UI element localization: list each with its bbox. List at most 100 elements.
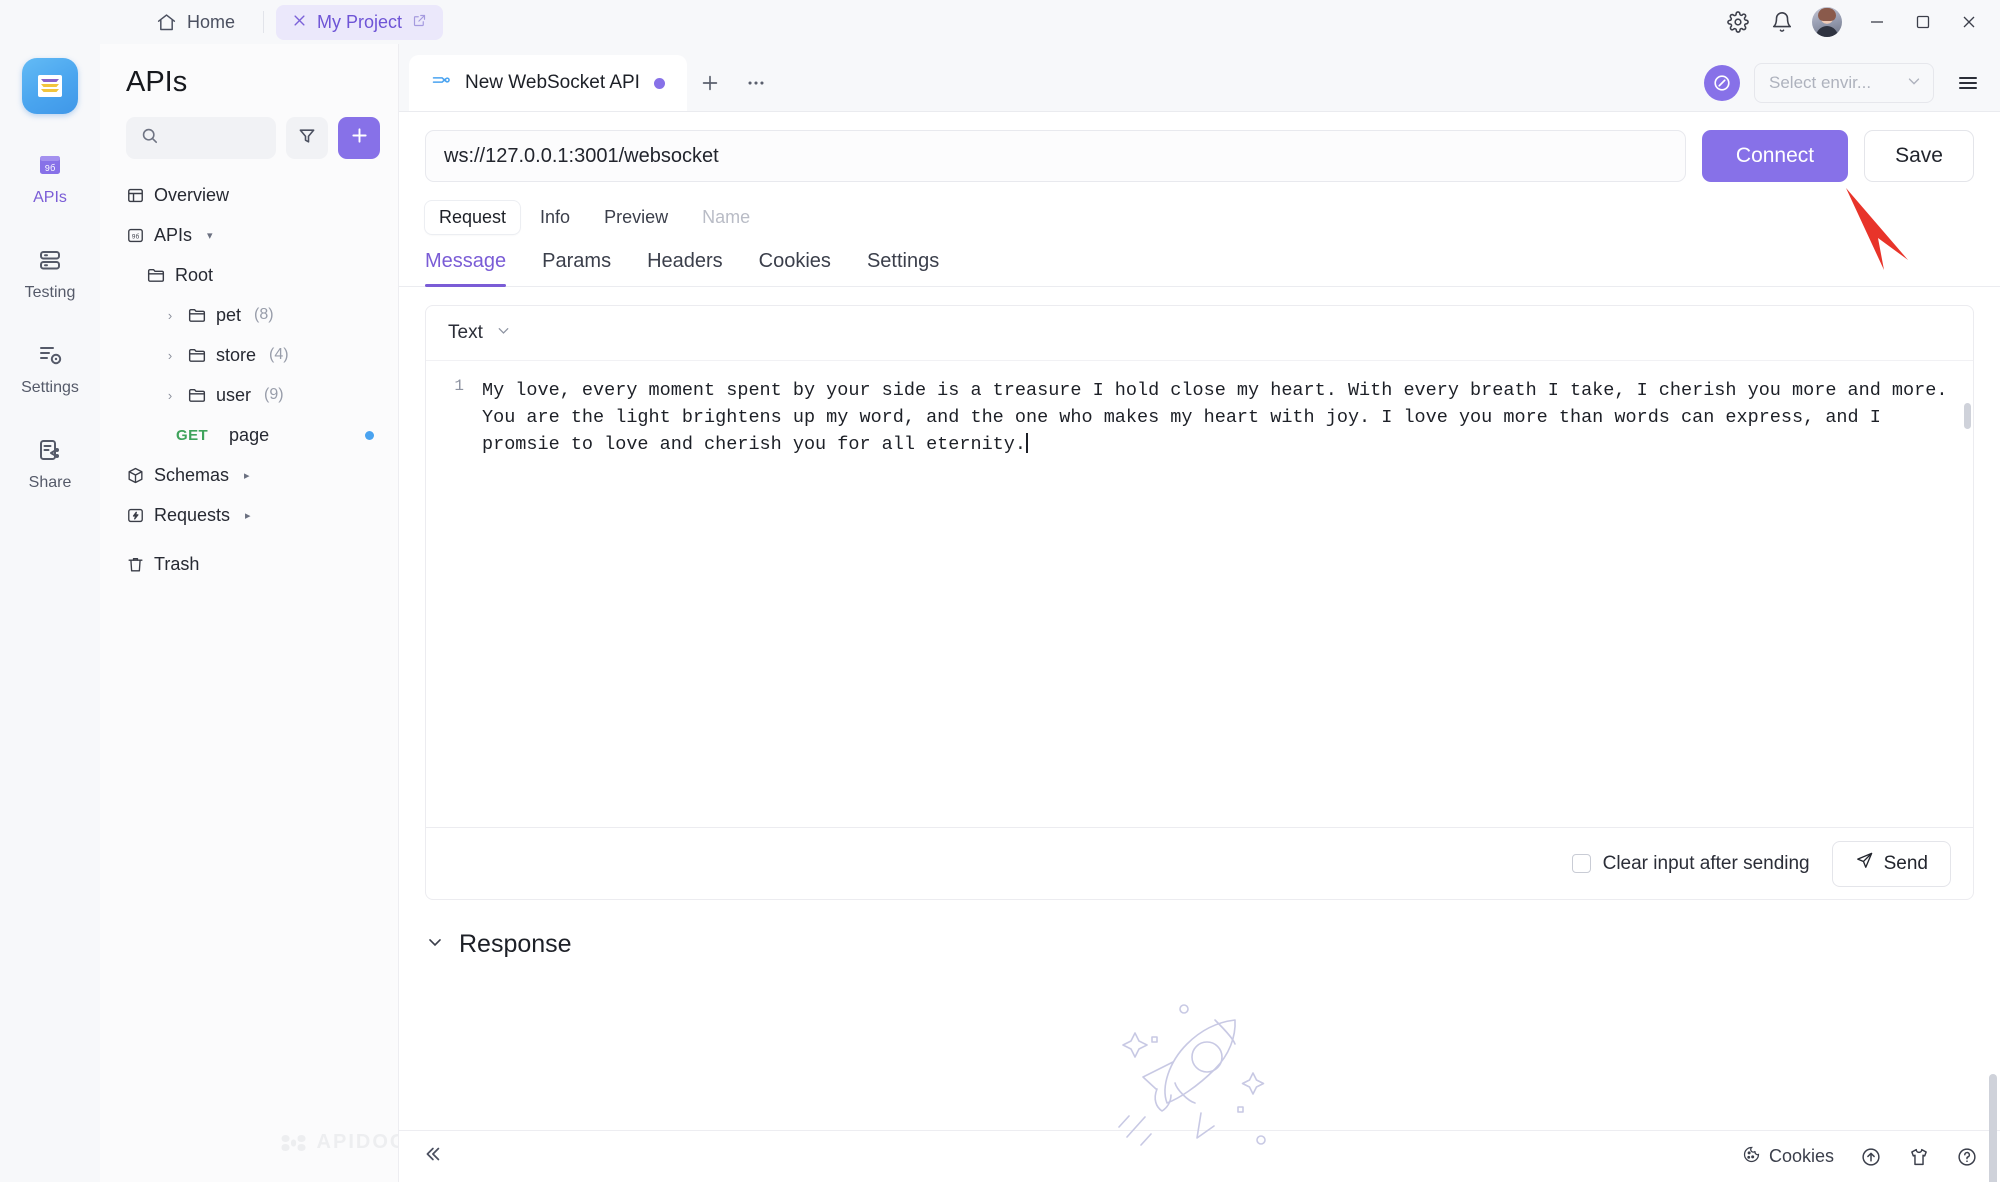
close-icon[interactable]	[292, 13, 307, 31]
cookies-button[interactable]: Cookies	[1742, 1145, 1834, 1169]
trash-icon	[126, 555, 145, 574]
tree-item-requests[interactable]: Requests ▸	[118, 495, 388, 535]
hamburger-icon[interactable]	[1948, 63, 1988, 103]
tree-item-page[interactable]: GET page	[118, 415, 388, 455]
clear-input-checkbox-row[interactable]: Clear input after sending	[1571, 853, 1810, 875]
clear-input-checkbox[interactable]	[1571, 854, 1591, 873]
chevron-right-icon[interactable]: ›	[162, 308, 178, 323]
request-sub-tabs: Message Params Headers Cookies Settings	[399, 238, 2000, 287]
apidog-watermark: APIDOG	[281, 1131, 408, 1154]
close-icon[interactable]	[1946, 0, 1992, 44]
tree-item-trash[interactable]: Trash	[118, 544, 388, 584]
tab-headers[interactable]: Headers	[647, 250, 723, 286]
tab-settings[interactable]: Settings	[867, 250, 939, 286]
search-icon	[140, 126, 159, 150]
new-tab-button[interactable]	[687, 55, 733, 111]
sidebar-item-share[interactable]: Share	[0, 433, 100, 492]
chevron-right-icon[interactable]: ▸	[244, 469, 250, 482]
tree-item-apis[interactable]: 9б APIs ▾	[118, 215, 388, 255]
tree-item-user[interactable]: › user (9)	[118, 375, 388, 415]
chevron-down-icon[interactable]: ▾	[207, 229, 213, 242]
minimize-icon[interactable]	[1854, 0, 1900, 44]
tree-item-label: store	[216, 344, 257, 365]
unsaved-indicator-dot	[653, 77, 665, 89]
page-scrollbar[interactable]	[1989, 1074, 1997, 1182]
help-circle-icon[interactable]	[1956, 1146, 1978, 1168]
home-tab-label: Home	[187, 11, 236, 32]
add-button[interactable]	[338, 117, 380, 159]
collapse-panel-button[interactable]	[421, 1143, 443, 1171]
text-caret	[1026, 433, 1028, 453]
tree-item-schemas[interactable]: Schemas ▸	[118, 455, 388, 495]
search-box[interactable]	[126, 117, 276, 159]
tree-item-label: Trash	[154, 553, 200, 574]
editor-scrollbar[interactable]	[1964, 403, 1971, 429]
tree-item-label: pet	[216, 304, 242, 325]
tab-cookies[interactable]: Cookies	[759, 250, 831, 286]
document-tab-websocket[interactable]: New WebSocket API	[409, 55, 687, 111]
environment-bar: Select envir...	[1704, 55, 2000, 111]
url-input-wrap[interactable]	[425, 130, 1686, 182]
external-link-icon[interactable]	[412, 12, 427, 33]
tab-preview[interactable]: Preview	[590, 201, 682, 234]
tree-item-pet[interactable]: › pet (8)	[118, 295, 388, 335]
filter-button[interactable]	[286, 117, 328, 159]
chevron-down-icon[interactable]	[425, 932, 445, 957]
chevron-right-icon[interactable]: ›	[162, 348, 178, 363]
tab-message[interactable]: Message	[425, 250, 507, 287]
chevron-right-icon[interactable]: ▸	[245, 509, 251, 522]
tab-request[interactable]: Request	[425, 200, 521, 234]
message-format-value: Text	[448, 322, 483, 343]
upload-circle-icon[interactable]	[1860, 1146, 1882, 1168]
bottom-bar-actions: Cookies	[1742, 1145, 1978, 1169]
sidebar-item-testing[interactable]: Testing	[0, 243, 100, 302]
message-body-text[interactable]: My love, every moment spent by your side…	[474, 361, 1973, 827]
runner-icon[interactable]	[1704, 65, 1740, 101]
message-body-value: My love, every moment spent by your side…	[482, 380, 1959, 455]
apidog-logo[interactable]	[22, 58, 78, 114]
send-icon	[1855, 851, 1874, 876]
document-tab-bar: New WebSocket API Select envir...	[399, 44, 2000, 112]
sidebar-item-apis[interactable]: 9б APIs	[0, 148, 100, 207]
tree-item-store[interactable]: › store (4)	[118, 335, 388, 375]
apis-sidebar: APIs Overview 9б APIs ▾ Root › pet (8) ›…	[100, 44, 405, 1182]
sidebar-item-settings[interactable]: Settings	[0, 338, 100, 397]
tree-item-count: (9)	[264, 386, 284, 403]
message-editor-area[interactable]: 1 My love, every moment spent by your si…	[426, 360, 1973, 827]
tab-params[interactable]: Params	[542, 250, 611, 286]
name-field[interactable]: Name	[688, 201, 764, 234]
project-tab[interactable]: My Project	[276, 4, 444, 40]
tree-item-label: Overview	[154, 184, 230, 205]
more-horizontal-icon[interactable]	[733, 55, 779, 111]
tab-divider	[263, 11, 265, 33]
environment-select[interactable]: Select envir...	[1754, 63, 1934, 103]
chevron-right-icon[interactable]: ›	[162, 388, 178, 403]
folder-icon	[146, 265, 166, 285]
response-header[interactable]: Response	[399, 900, 2000, 959]
tree-item-overview[interactable]: Overview	[118, 175, 388, 215]
search-input[interactable]	[168, 129, 276, 147]
plus-icon	[349, 125, 370, 151]
url-input[interactable]	[444, 144, 1685, 168]
tree-item-count: (8)	[254, 306, 274, 323]
document-tab-label: New WebSocket API	[465, 72, 640, 93]
tab-info[interactable]: Info	[526, 201, 584, 234]
send-button[interactable]: Send	[1831, 840, 1951, 887]
avatar[interactable]	[1812, 7, 1842, 37]
tree-item-label: Root	[175, 264, 214, 285]
tree-item-root[interactable]: Root	[118, 255, 388, 295]
bell-icon[interactable]	[1760, 0, 1804, 44]
connect-button[interactable]: Connect	[1701, 130, 1849, 182]
message-format-selector[interactable]: Text	[426, 306, 1973, 360]
main-panel: New WebSocket API Select envir... ws://1…	[398, 44, 2000, 1182]
save-button[interactable]: Save	[1864, 130, 1974, 182]
home-tab[interactable]: Home	[140, 6, 251, 39]
environment-select-value: Select envir...	[1769, 73, 1872, 92]
requests-icon	[126, 506, 145, 525]
response-empty-state	[399, 959, 2000, 1146]
http-method-badge: GET	[176, 426, 209, 444]
shirt-icon[interactable]	[1908, 1146, 1930, 1168]
gear-icon[interactable]	[1716, 0, 1760, 44]
maximize-icon[interactable]	[1900, 0, 1946, 44]
chevron-down-icon	[495, 322, 512, 345]
